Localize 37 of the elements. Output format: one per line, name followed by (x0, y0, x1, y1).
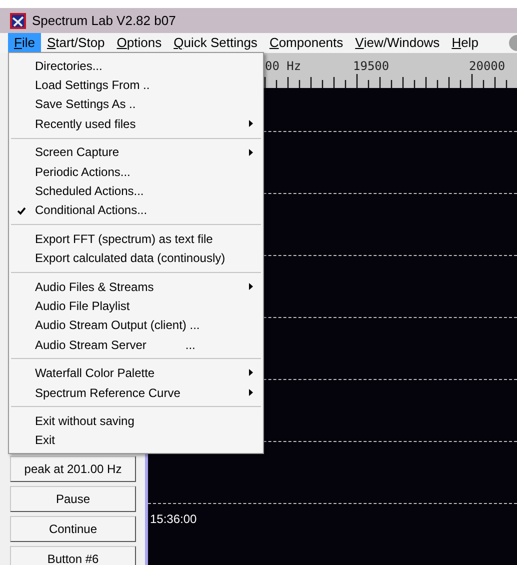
menu-option[interactable]: Screen Capture (9, 142, 263, 162)
menu-item[interactable]: Help (446, 33, 484, 53)
panel-button[interactable]: peak at 201.00 Hz (10, 456, 136, 482)
menu-option[interactable]: Save Settings As .. (9, 94, 263, 114)
menu-item[interactable]: Options (110, 33, 168, 53)
ellipsis-label: ... (185, 336, 196, 354)
menu-option[interactable]: Periodic Actions... (9, 162, 263, 182)
frequency-label: 00 Hz (265, 58, 302, 75)
frequency-label: 20000 (469, 58, 506, 75)
menu-item[interactable]: Start/Stop (40, 33, 111, 53)
frequency-label: 19500 (353, 58, 390, 75)
menu-option[interactable]: Exit (9, 430, 263, 450)
window-title: Spectrum Lab V2.82 b07 (32, 12, 176, 30)
menu-option[interactable]: Directories... (9, 56, 263, 76)
menu-option[interactable]: Waterfall Color Palette (9, 363, 263, 383)
menu-option[interactable]: Recently used files (9, 114, 263, 134)
app-icon (10, 12, 26, 28)
menu-option[interactable]: Conditional Actions... (9, 200, 263, 220)
menu-option[interactable]: Scheduled Actions... (9, 181, 263, 201)
panel-button[interactable]: Pause (10, 486, 136, 512)
menu-option[interactable]: Exit without saving (9, 411, 263, 431)
menu-option[interactable]: Spectrum Reference Curve (9, 382, 263, 402)
menu-option[interactable]: Audio Stream Output (client) ... (9, 316, 263, 336)
time-label: 15:36:00 (150, 512, 197, 526)
menu-item[interactable]: Quick Settings (168, 33, 264, 53)
menu-item[interactable]: Components (263, 33, 350, 53)
menu-option[interactable]: Audio File Playlist (9, 296, 263, 316)
menu-option[interactable]: Export calculated data (continously) (9, 248, 263, 268)
menu-item[interactable]: View/Windows (349, 33, 446, 53)
panel-button[interactable]: Button #6 (10, 546, 136, 565)
panel-button[interactable]: Continue (10, 516, 136, 542)
menu-option[interactable]: Audio Files & Streams (9, 276, 263, 296)
menu-item[interactable]: File (8, 33, 41, 53)
menu-option[interactable]: Audio Stream Server ... (9, 335, 263, 354)
menu-label: Audio Stream Server (35, 336, 146, 354)
menu-option[interactable]: Load Settings From .. (9, 75, 263, 95)
menu-option[interactable]: Export FFT (spectrum) as text file (9, 229, 263, 249)
